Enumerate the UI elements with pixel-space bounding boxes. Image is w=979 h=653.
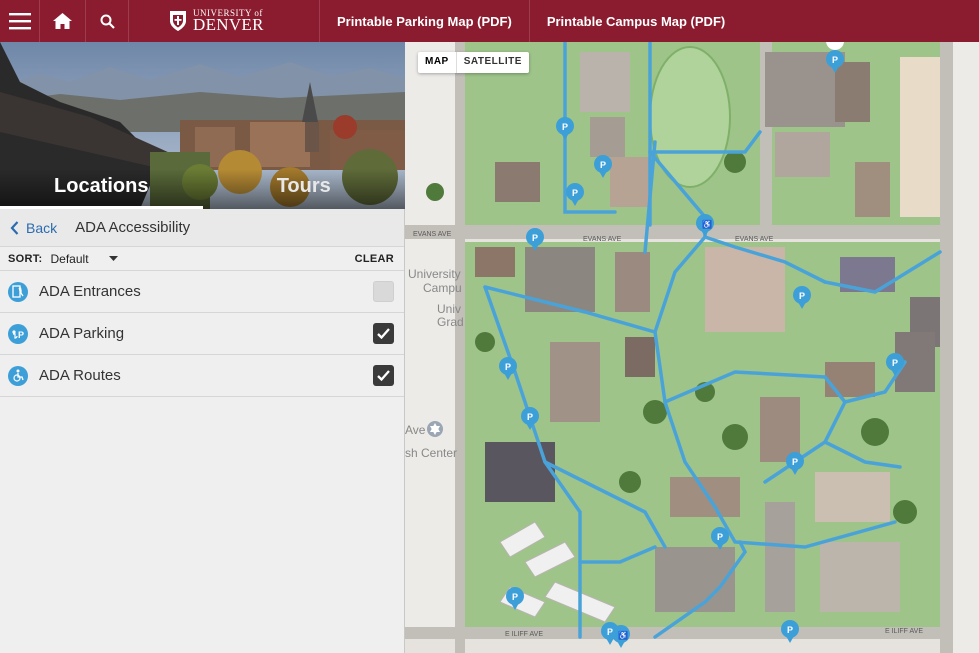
printable-campus-map-link[interactable]: Printable Campus Map (PDF) (528, 0, 742, 42)
ada-parking-checkbox[interactable] (373, 323, 394, 344)
chevron-left-icon (10, 220, 19, 235)
svg-text:P: P (832, 55, 838, 65)
breadcrumb: Back ADA Accessibility (0, 209, 404, 247)
list-item-label: ADA Entrances (39, 283, 141, 300)
street-label: EVANS AVE (735, 236, 774, 243)
place-label: Campu (423, 281, 462, 295)
svg-text:P: P (18, 330, 24, 340)
wheelchair-icon (8, 365, 28, 386)
hero-image: Locations Tours (0, 42, 405, 209)
home-icon (53, 13, 72, 29)
svg-text:P: P (799, 291, 805, 301)
map-type-map-button[interactable]: MAP (418, 52, 456, 73)
search-icon (100, 14, 115, 29)
map-type-satellite-button[interactable]: SATELLITE (455, 52, 529, 73)
panel-tabs: Locations Tours (0, 169, 405, 209)
top-bar: UNIVERSITY of DENVER Printable Parking M… (0, 0, 979, 42)
logo-line-2: DENVER (193, 15, 264, 35)
campus-map[interactable]: EVANS AVE EVANS AVE EVANS AVE E ILIFF AV… (405, 42, 979, 653)
ada-routes-checkbox[interactable] (373, 365, 394, 386)
sort-label: SORT: (8, 252, 43, 265)
street-label: E ILIFF AVE (505, 631, 543, 638)
clear-button[interactable]: CLEAR (355, 253, 404, 265)
sort-value: Default (50, 251, 89, 266)
svg-text:P: P (572, 188, 578, 198)
university-logo[interactable]: UNIVERSITY of DENVER (169, 8, 319, 35)
home-button[interactable] (40, 0, 86, 42)
place-label: Univ (437, 302, 461, 316)
street-label: E ILIFF AVE (885, 628, 923, 635)
svg-text:P: P (562, 122, 568, 132)
place-label: Ave (405, 423, 426, 437)
svg-text:P: P (607, 627, 613, 637)
sort-dropdown[interactable]: Default (51, 252, 118, 266)
svg-text:P: P (600, 160, 606, 170)
svg-text:P: P (527, 412, 533, 422)
back-label: Back (26, 219, 58, 236)
shield-icon (170, 11, 186, 31)
svg-text:♿: ♿ (618, 630, 628, 640)
list-item-ada-entrances[interactable]: ADA Entrances (0, 271, 404, 313)
place-label: University (408, 267, 461, 281)
place-label: sh Center (405, 446, 457, 460)
caret-down-icon (108, 256, 118, 261)
checkmark-icon (377, 328, 390, 339)
svg-text:P: P (892, 358, 898, 368)
sort-bar: SORT: Default CLEAR (0, 247, 404, 271)
menu-button[interactable] (0, 0, 40, 42)
search-button[interactable] (86, 0, 129, 42)
back-button[interactable]: Back (0, 220, 57, 236)
svg-text:P: P (505, 362, 511, 372)
printable-parking-map-link[interactable]: Printable Parking Map (PDF) (319, 0, 529, 42)
parking-icon: P (8, 323, 28, 344)
map-canvas[interactable]: EVANS AVE EVANS AVE EVANS AVE E ILIFF AV… (405, 42, 979, 653)
hamburger-icon (8, 13, 31, 30)
place-label: Grad (437, 315, 464, 329)
list-item-ada-routes[interactable]: ADA Routes (0, 355, 404, 397)
tab-tours[interactable]: Tours (203, 169, 406, 209)
svg-text:P: P (787, 625, 793, 635)
street-label: EVANS AVE (413, 231, 452, 238)
list-item-ada-parking[interactable]: P ADA Parking (0, 313, 404, 355)
list-item-label: ADA Parking (39, 325, 125, 342)
street-label: EVANS AVE (583, 236, 622, 243)
svg-text:P: P (532, 233, 538, 243)
svg-text:P: P (792, 457, 798, 467)
svg-text:P: P (512, 592, 518, 602)
logo-text: UNIVERSITY of DENVER (193, 8, 264, 35)
side-panel: Locations Tours Back ADA Accessibility S… (0, 42, 405, 653)
entrance-icon (8, 281, 28, 302)
ada-entrances-checkbox[interactable] (373, 281, 394, 302)
list-item-label: ADA Routes (39, 367, 121, 384)
map-type-toggle: MAP SATELLITE (418, 52, 529, 73)
checkmark-icon (377, 370, 390, 381)
category-title: ADA Accessibility (75, 219, 191, 236)
svg-text:P: P (717, 532, 723, 542)
tab-locations[interactable]: Locations (0, 169, 203, 209)
svg-text:♿: ♿ (702, 219, 712, 229)
